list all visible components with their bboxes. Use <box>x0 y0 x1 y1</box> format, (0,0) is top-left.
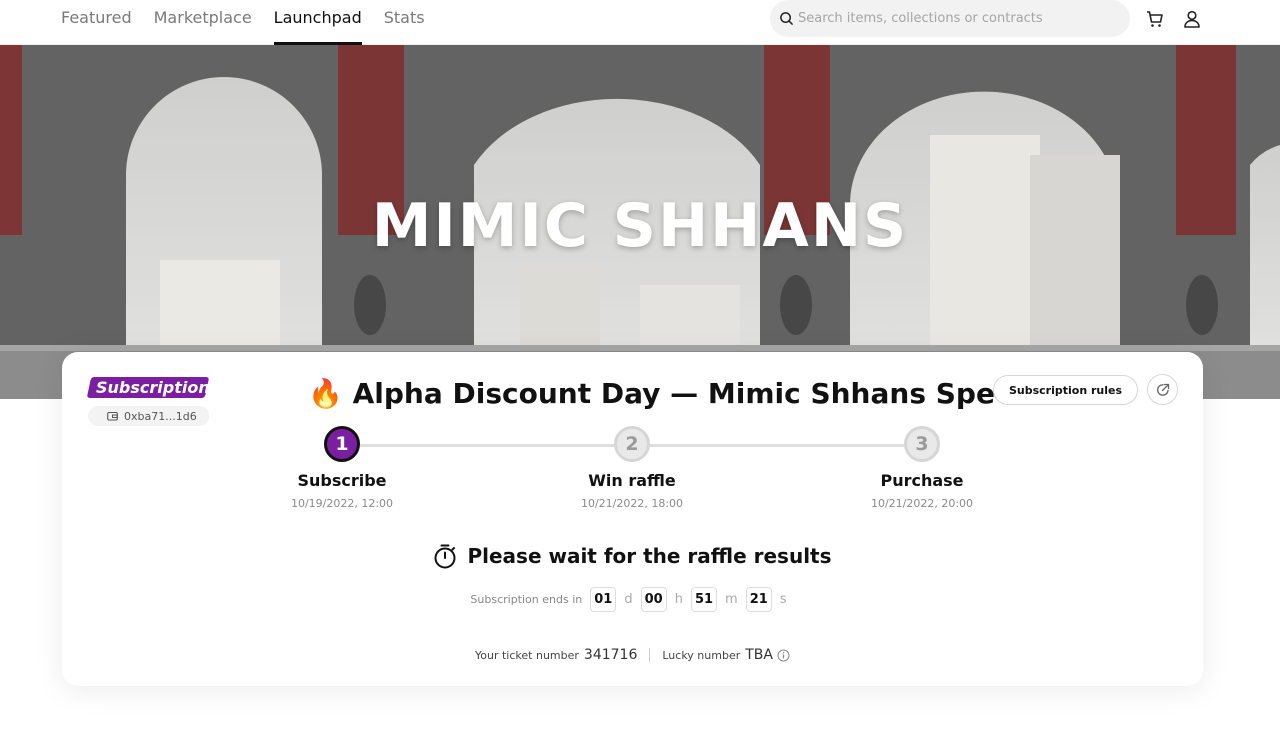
fire-icon: 🔥 <box>308 377 343 410</box>
nav-item-launchpad[interactable]: Launchpad <box>273 0 362 45</box>
step-2-indicator: 2 <box>614 426 650 462</box>
campaign-title: 🔥 Alpha Discount Day — Mimic Shhans Spec… <box>308 377 1050 410</box>
main-nav: Featured Marketplace Launchpad Stats <box>61 0 447 45</box>
step-3-label: Purchase <box>880 471 964 490</box>
campaign-title-text: Alpha Discount Day — Mimic Shhans Specia… <box>352 377 1050 410</box>
countdown-minutes: 51 <box>690 587 718 612</box>
nav-item-stats[interactable]: Stats <box>384 0 425 45</box>
top-navigation-bar: Featured Marketplace Launchpad Stats <box>0 0 1280 45</box>
countdown-days-unit: d <box>624 592 633 607</box>
launch-card: Subscription 0xba71...1d6 🔥 Alpha Discou… <box>62 352 1203 686</box>
subscription-rules-button[interactable]: Subscription rules <box>993 375 1138 405</box>
progress-track-1 <box>360 444 614 447</box>
countdown-seconds: 21 <box>745 587 772 612</box>
ticket-divider <box>649 648 651 662</box>
hero-title: MIMIC SHHANS <box>371 191 909 261</box>
lucky-number-value: TBA <box>745 647 773 663</box>
hero-banner: MIMIC SHHANS <box>0 45 1280 399</box>
raffle-status: Please wait for the raffle results <box>62 543 1203 569</box>
countdown-seconds-unit: s <box>779 592 787 607</box>
ticket-number-value: 341716 <box>583 647 638 663</box>
wallet-icon <box>107 411 118 421</box>
progress-track-2 <box>650 444 904 447</box>
user-icon[interactable] <box>1181 8 1203 30</box>
nav-item-featured[interactable]: Featured <box>61 0 132 45</box>
ticket-number-label: Your ticket number <box>475 648 579 662</box>
lucky-number-label: Lucky number <box>662 648 741 662</box>
stopwatch-icon <box>434 544 456 569</box>
countdown-hours: 00 <box>640 587 667 612</box>
share-button[interactable] <box>1147 374 1178 405</box>
ticket-info: Your ticket number 341716 Lucky number T… <box>62 647 1203 663</box>
countdown-label: Subscription ends in <box>470 593 583 606</box>
step-3-date: 10/21/2022, 20:00 <box>870 497 974 510</box>
search-icon <box>780 12 793 25</box>
raffle-status-text: Please wait for the raffle results <box>467 544 832 568</box>
step-2-label: Win raffle <box>588 471 676 490</box>
subscription-badge: Subscription <box>96 378 210 397</box>
share-icon <box>1156 383 1169 396</box>
step-1-indicator: 1 <box>324 426 360 462</box>
step-1-label: Subscribe <box>297 471 387 490</box>
countdown-timer: Subscription ends in 01 d 00 h 51 m 21 s <box>62 587 1203 612</box>
countdown-hours-unit: h <box>674 592 683 607</box>
search-bar[interactable] <box>770 0 1130 37</box>
step-1-date: 10/19/2022, 12:00 <box>290 497 394 510</box>
countdown-minutes-unit: m <box>725 592 738 607</box>
contract-address-text: 0xba71...1d6 <box>124 409 197 423</box>
contract-address[interactable]: 0xba71...1d6 <box>88 406 209 426</box>
search-input[interactable] <box>798 11 1118 26</box>
countdown-days: 01 <box>590 587 617 612</box>
info-icon[interactable] <box>777 649 790 662</box>
step-3-indicator: 3 <box>904 426 940 462</box>
step-2-date: 10/21/2022, 18:00 <box>580 497 684 510</box>
cart-icon[interactable] <box>1144 8 1166 30</box>
nav-item-marketplace[interactable]: Marketplace <box>154 0 252 45</box>
